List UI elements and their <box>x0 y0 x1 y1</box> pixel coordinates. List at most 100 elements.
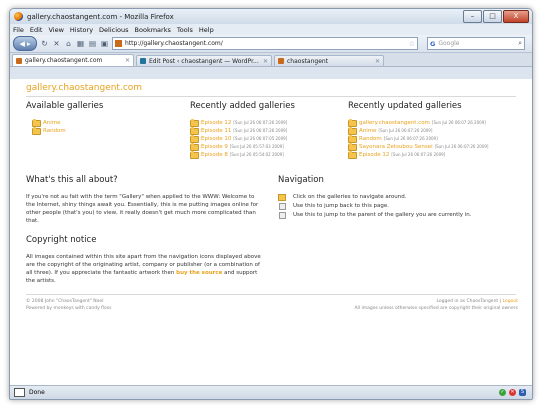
tab-close-icon[interactable]: ✕ <box>125 57 130 64</box>
tab-close-icon[interactable]: ✕ <box>375 58 380 65</box>
link-text: Anime <box>359 128 377 134</box>
address-bar[interactable]: http://gallery.chaostangent.com/ ☆ <box>112 37 418 50</box>
buy-source-link[interactable]: buy the source <box>176 270 222 276</box>
menu-delicious[interactable]: Delicious <box>99 26 128 34</box>
search-icon[interactable]: ⌕ <box>518 39 522 48</box>
list-item[interactable]: Episode 12 [Sun Jul 26 06:07:26 2009] <box>190 118 288 127</box>
tab-gallery[interactable]: gallery.chaostangent.com ✕ <box>12 54 134 66</box>
list-item[interactable]: Random [Sun Jul 26 06:07:26 2009] <box>348 134 489 143</box>
reload-icon[interactable]: ↻ <box>40 39 49 49</box>
folder-icon <box>190 142 199 151</box>
blocked-icon[interactable]: ✕ <box>509 389 516 396</box>
nav-help-text: Use this to jump back to this page. <box>293 203 390 209</box>
window-title: gallery.chaostangent.com - Mozilla Firef… <box>27 12 174 21</box>
timestamp: [Sun Jul 26 06:07:26 2009] <box>233 120 288 125</box>
folder-icon <box>190 126 199 135</box>
address-url: http://gallery.chaostangent.com/ <box>125 40 223 47</box>
menu-edit[interactable]: Edit <box>30 26 43 34</box>
recently-updated-list: gallery.chaostangent.com [Sun Jul 26 06:0… <box>348 118 489 159</box>
menu-file[interactable]: File <box>13 26 24 34</box>
list-item[interactable]: Episode 11 [Sun Jul 26 06:07:26 2009] <box>190 126 287 135</box>
footer-rights: All images unless otherwise specified ar… <box>354 306 518 311</box>
link-text: Random <box>43 128 66 134</box>
folder-icon <box>278 194 286 201</box>
minimize-button[interactable]: – <box>463 10 482 23</box>
nav-help-text: Click on the galleries to navigate aroun… <box>293 194 407 200</box>
firefox-logo-icon <box>14 12 23 21</box>
title-bar: gallery.chaostangent.com - Mozilla Firef… <box>10 9 532 24</box>
tab-label: Edit Post ‹ chaostangent — WordPr... <box>149 57 259 65</box>
folder-icon <box>348 150 357 159</box>
list-item[interactable]: gallery.chaostangent.com [Sun Jul 26 06:0… <box>348 118 489 127</box>
recently-updated-heading: Recently updated galleries <box>348 101 462 111</box>
list-item[interactable]: Episode 12 [Sun Jul 26 06:07:26 2009] <box>348 150 489 159</box>
delicious-icon[interactable]: ▦ <box>76 39 85 49</box>
gallery-link-anime[interactable]: Anime <box>32 118 66 127</box>
link-text: Sayonara Zetsubou Sensei <box>359 144 433 150</box>
skype-icon[interactable]: S <box>519 389 526 396</box>
navigation-heading: Navigation <box>278 175 324 185</box>
folder-icon <box>32 126 41 135</box>
back-forward-button[interactable]: ◀ ▸ <box>13 36 37 51</box>
bookmark-tag-icon[interactable]: ▤ <box>88 39 97 49</box>
menu-tools[interactable]: Tools <box>177 26 193 34</box>
folder-icon <box>190 118 199 127</box>
home-icon[interactable]: ⌂ <box>64 39 73 49</box>
available-list: Anime Random <box>32 118 66 135</box>
bookmark-star-icon[interactable]: ☆ <box>409 40 415 48</box>
list-item[interactable]: Anime [Sun Jul 26 06:07:26 2009] <box>348 126 489 135</box>
timestamp: [Sun Jul 26 06:07:26 2009] <box>383 136 438 141</box>
menu-history[interactable]: History <box>70 26 93 34</box>
about-text: If you're not au fait with the term "Gal… <box>26 194 259 224</box>
menu-bar: File Edit View History Delicious Bookmar… <box>10 24 532 35</box>
folder-icon <box>348 142 357 151</box>
menu-help[interactable]: Help <box>199 26 214 34</box>
site-favicon-icon <box>115 40 122 47</box>
google-engine-icon[interactable]: G <box>430 40 435 48</box>
status-bar: Done ✓ ✕ S <box>10 385 532 399</box>
list-item[interactable]: Episode 10 [Sun Jul 26 06:07:05 2009] <box>190 134 287 143</box>
list-item[interactable]: Sayonara Zetsubou Sensei [Sun Jul 26 06:0… <box>348 142 489 151</box>
link-text: Episode 12 <box>359 152 390 158</box>
site-title[interactable]: gallery.chaostangent.com <box>26 83 142 93</box>
browser-window: gallery.chaostangent.com - Mozilla Firef… <box>9 8 533 400</box>
navigation-list: Click on the galleries to navigate aroun… <box>278 193 472 220</box>
folder-icon <box>348 126 357 135</box>
print-icon[interactable]: ▣ <box>100 39 109 49</box>
logout-link[interactable]: Logout <box>503 299 518 304</box>
footer-left: © 2008 John "ChaosTangent" Noel Powered … <box>26 298 111 312</box>
menu-bookmarks[interactable]: Bookmarks <box>135 26 171 34</box>
tab-label: gallery.chaostangent.com <box>25 57 103 64</box>
link-text: Episode 9 <box>201 144 228 150</box>
status-text: Done <box>29 389 45 396</box>
tab-close-icon[interactable]: ✕ <box>263 58 268 65</box>
folder-icon <box>348 118 357 127</box>
folder-icon <box>32 118 41 127</box>
menu-view[interactable]: View <box>48 26 63 34</box>
tab-favicon-icon <box>278 58 284 64</box>
gallery-link-random[interactable]: Random <box>32 126 66 135</box>
available-heading: Available galleries <box>26 101 104 111</box>
recently-added-heading: Recently added galleries <box>190 101 295 111</box>
tab-bar: gallery.chaostangent.com ✕ Edit Post ‹ c… <box>10 53 532 67</box>
link-text: Episode 12 <box>201 120 232 126</box>
about-heading: What's this all about? <box>26 175 118 185</box>
folder-icon <box>190 134 199 143</box>
copyright-heading: Copyright notice <box>26 235 97 245</box>
timestamp: [Sun Jul 26 06:07:26 2009] <box>378 128 433 133</box>
stop-icon[interactable]: ✕ <box>52 39 61 49</box>
list-item[interactable]: Episode 8 [Sun Jul 26 05:54:02 2009] <box>190 150 287 159</box>
maximize-button[interactable]: □ <box>483 10 502 23</box>
tab-chaostangent[interactable]: chaostangent ✕ <box>274 55 384 66</box>
list-item[interactable]: Episode 9 [Sun Jul 26 05:57:03 2009] <box>190 142 287 151</box>
tab-edit-post[interactable]: Edit Post ‹ chaostangent — WordPr... ✕ <box>136 55 272 66</box>
tab-favicon-icon <box>16 57 22 64</box>
close-button[interactable]: X <box>503 10 529 23</box>
page-content: gallery.chaostangent.com Available galle… <box>10 79 532 386</box>
copyright-text: All images contained within this site ap… <box>26 253 264 285</box>
check-icon[interactable]: ✓ <box>499 389 506 396</box>
timestamp: [Sun Jul 26 06:07:26 2009] <box>434 144 489 149</box>
search-box[interactable]: G Google ⌕ <box>427 37 525 50</box>
timestamp: [Sun Jul 26 05:54:02 2009] <box>229 152 284 157</box>
footer-divider <box>26 294 516 295</box>
